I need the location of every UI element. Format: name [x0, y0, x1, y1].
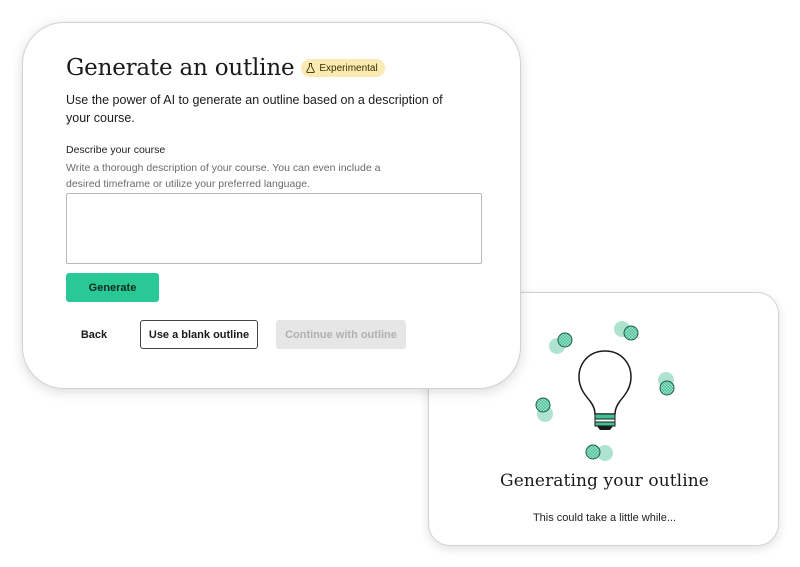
back-button[interactable]: Back [69, 320, 119, 349]
floating-dot [614, 321, 639, 341]
title-row: Generate an outline Experimental [66, 55, 385, 81]
floating-dot [658, 372, 675, 396]
generate-outline-card: Generate an outline Experimental Use the… [22, 22, 521, 389]
continue-with-outline-button[interactable]: Continue with outline [276, 320, 406, 349]
blank-outline-button[interactable]: Use a blank outline [140, 320, 258, 349]
badge-label: Experimental [319, 62, 378, 74]
floating-dot [549, 332, 573, 354]
floating-dot [535, 397, 553, 422]
stage: Generating your outline This could take … [0, 0, 800, 567]
lightbulb-icon [578, 350, 632, 430]
generating-title: Generating your outline [500, 471, 709, 491]
course-description-hint: Write a thorough description of your cou… [66, 162, 381, 190]
course-description-input[interactable] [66, 193, 482, 264]
generating-subtitle: This could take a little while... [532, 512, 677, 524]
flask-icon [306, 63, 316, 73]
course-description-label: Describe your course [66, 144, 166, 156]
page-title: Generate an outline [66, 55, 295, 81]
experimental-badge: Experimental [301, 59, 385, 77]
generate-button[interactable]: Generate [66, 273, 159, 302]
floating-dot [585, 444, 613, 461]
page-description: Use the power of AI to generate an outli… [66, 93, 443, 125]
